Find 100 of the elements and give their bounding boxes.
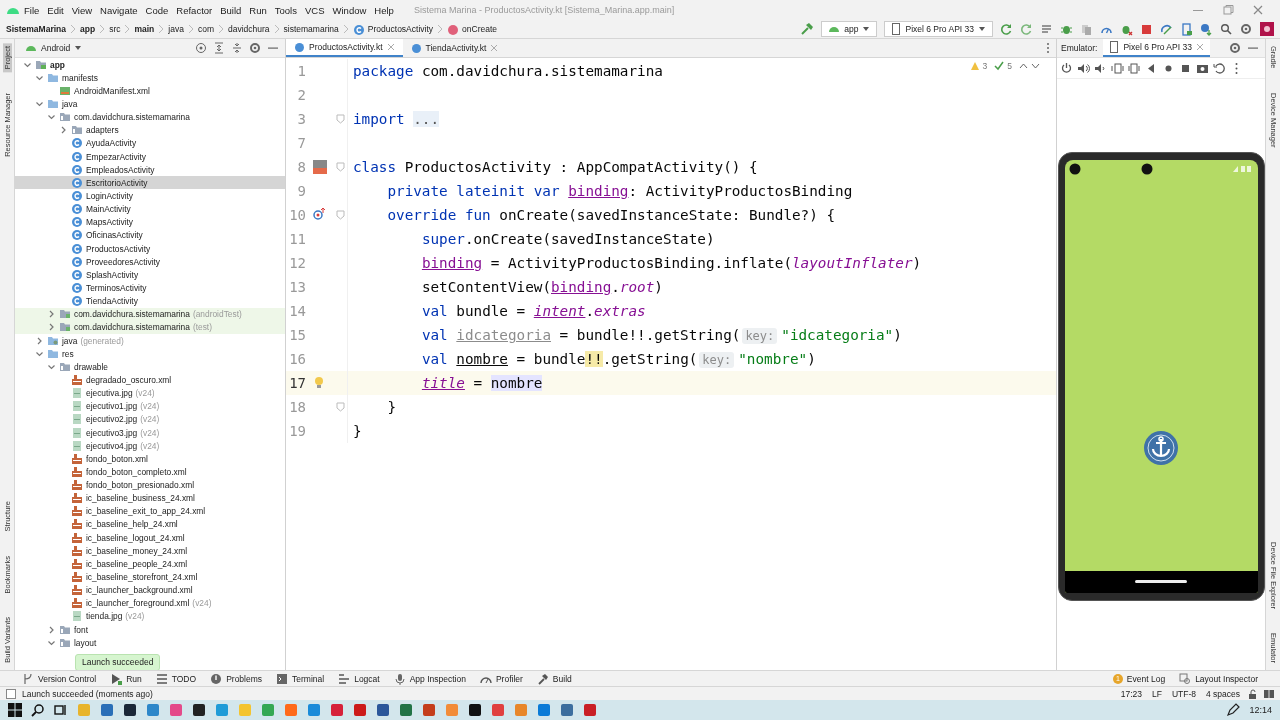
target-icon[interactable] (195, 42, 207, 54)
close-icon[interactable] (1195, 43, 1204, 51)
task-view-icon[interactable] (54, 703, 68, 717)
tree-item[interactable]: drawable (15, 360, 285, 374)
file-encoding[interactable]: UTF-8 (1169, 688, 1198, 699)
settings-icon[interactable] (1229, 42, 1241, 54)
fold-marker-icon[interactable] (336, 402, 345, 412)
editor-tab[interactable]: ProductosActivity.kt (286, 39, 403, 57)
breadcrumb-item[interactable]: onCreate (462, 24, 497, 34)
tree-item[interactable]: ic_baseline_business_24.xml (15, 491, 285, 505)
tree-item[interactable]: ejecutivo1.jpg (v24) (15, 399, 285, 413)
indent-setting[interactable]: 4 spaces (1203, 688, 1242, 699)
tree-item[interactable]: fondo_boton.xml (15, 452, 285, 466)
tool-window-button[interactable]: TODO (155, 672, 197, 685)
tree-item[interactable]: ic_baseline_help_24.xml (15, 517, 285, 532)
tool-window-button[interactable]: Terminal (276, 672, 325, 685)
tree-item[interactable]: degradado_oscuro.xml (15, 373, 285, 387)
collapse-all-icon[interactable] (231, 42, 243, 54)
menu-item[interactable]: Tools (270, 4, 301, 16)
fold-marker-icon[interactable] (336, 210, 345, 220)
tree-item[interactable]: java (15, 97, 285, 111)
tool-window-button[interactable]: App Inspection (393, 672, 466, 685)
tool-window-button[interactable]: Build (536, 672, 572, 685)
breadcrumb-item[interactable]: main (134, 24, 155, 34)
tree-item[interactable]: com.davidchura.sistemamarina (androidTest) (15, 307, 285, 321)
restore-icon[interactable] (1213, 61, 1226, 75)
breadcrumb-item[interactable]: sistemamarina (283, 24, 339, 34)
tool-window-button[interactable]: Problems (210, 672, 263, 685)
app-icon[interactable] (123, 703, 137, 717)
device-tab[interactable]: Pixel 6 Pro API 33 (1103, 39, 1210, 57)
tree-item[interactable]: SplashActivity (15, 268, 285, 282)
chevron-icon[interactable] (46, 112, 57, 122)
tree-item[interactable]: layout (15, 636, 285, 650)
menu-item[interactable]: Navigate (96, 4, 142, 16)
breadcrumb-item[interactable]: com (197, 24, 214, 34)
tree-item[interactable]: MainActivity (15, 202, 285, 216)
download-icon[interactable] (1200, 22, 1213, 36)
tree-item[interactable]: ic_baseline_money_24.xml (15, 544, 285, 558)
book-icon[interactable] (1264, 688, 1274, 699)
checkbox-icon[interactable] (6, 688, 16, 699)
tree-item[interactable]: EmpleadosActivity (15, 163, 285, 177)
lock-icon[interactable] (1248, 688, 1258, 699)
line-separator[interactable]: LF (1149, 688, 1164, 699)
refresh-icon[interactable] (1000, 22, 1013, 36)
tree-item[interactable]: ic_launcher_background.xml (15, 583, 285, 597)
view-dropdown[interactable]: Android (21, 42, 87, 54)
chevron-icon[interactable] (34, 73, 45, 83)
menu-item[interactable]: Build (216, 4, 246, 16)
tree-item[interactable]: ic_baseline_exit_to_app_24.xml (15, 504, 285, 518)
close-icon[interactable] (386, 43, 395, 51)
tree-item[interactable]: EmpezarActivity (15, 150, 285, 164)
breadcrumb-item[interactable]: src (109, 24, 121, 34)
override-marker-icon[interactable] (312, 207, 328, 223)
settings-icon[interactable] (1240, 22, 1253, 36)
tree-item[interactable]: ejecutiva.jpg (v24) (15, 386, 285, 400)
check-count[interactable]: 5 (1007, 61, 1012, 71)
menu-item[interactable]: Run (245, 4, 271, 16)
tree-item[interactable]: res (15, 347, 285, 361)
tool-window-button[interactable]: Run (110, 672, 142, 685)
device-dropdown[interactable]: Pixel 6 Pro API 33 (884, 21, 993, 37)
tree-item[interactable]: AndroidManifest.xml (15, 84, 285, 98)
more-icon[interactable] (1046, 42, 1050, 54)
list-icon[interactable] (1040, 22, 1053, 36)
chevron-icon[interactable] (47, 309, 56, 320)
tree-item[interactable]: ejecutivo2.jpg (v24) (15, 412, 285, 426)
pen-icon[interactable] (1226, 703, 1241, 717)
tree-item[interactable]: fondo_boton_presionado.xml (15, 478, 285, 492)
tree-item[interactable]: ic_baseline_people_24.xml (15, 557, 285, 571)
menu-item[interactable]: Refactor (172, 4, 217, 16)
search-icon[interactable] (1220, 22, 1233, 36)
chevron-icon[interactable] (35, 335, 44, 346)
menu-item[interactable]: File (20, 4, 44, 16)
chevron-icon[interactable] (34, 349, 45, 359)
tree-item[interactable]: font (15, 623, 285, 637)
breadcrumb-item[interactable]: SistemaMarina (6, 24, 66, 34)
tree-item[interactable]: AyudaActivity (15, 136, 285, 150)
cursor-position[interactable]: 17:23 (1118, 688, 1144, 699)
fold-marker-icon[interactable] (336, 162, 345, 172)
tree-item[interactable]: TerminosActivity (15, 281, 285, 295)
power-icon[interactable] (1060, 61, 1073, 75)
tree-item[interactable]: ic_baseline_logout_24.xml (15, 531, 285, 545)
tree-item[interactable]: ProductosActivity (15, 241, 285, 256)
settings-icon[interactable] (249, 42, 261, 54)
menu-item[interactable]: Help (370, 4, 398, 16)
tree-item[interactable]: ic_launcher_foreground.xml (v24) (15, 596, 285, 610)
chevron-icon[interactable] (22, 60, 33, 70)
tree-item[interactable]: fondo_boton_completo.xml (15, 465, 285, 479)
speaker-icon[interactable] (1077, 61, 1090, 75)
menu-item[interactable]: Edit (43, 4, 68, 16)
chevron-icon[interactable] (47, 624, 56, 635)
avatar[interactable] (1260, 22, 1274, 36)
close-icon[interactable] (1252, 4, 1264, 16)
chevron-icon[interactable] (46, 362, 57, 372)
menu-item[interactable]: View (67, 4, 97, 16)
chevron-icon[interactable] (59, 125, 68, 136)
breadcrumb-item[interactable]: ProductosActivity (367, 24, 434, 34)
expand-all-icon[interactable] (213, 42, 225, 54)
tree-item[interactable]: TiendaActivity (15, 294, 285, 308)
menu-item[interactable]: Window (328, 4, 371, 16)
tree-item[interactable]: com.davidchura.sistemamarina (15, 110, 285, 124)
